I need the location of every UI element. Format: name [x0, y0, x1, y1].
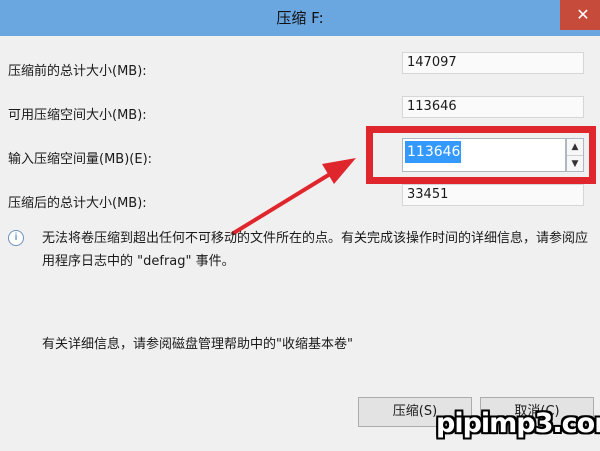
help-link[interactable]: 有关详细信息，请参阅磁盘管理帮助中的"收缩基本卷" [42, 333, 353, 352]
arrow-shaft [230, 169, 337, 236]
info-message: 无法将卷压缩到超出任何不可移动的文件所在的点。有关完成该操作时间的详细信息，请参… [42, 231, 589, 269]
arrow-head [322, 158, 356, 184]
watermark: pipimp3.com [436, 408, 600, 439]
info-icon: i [8, 230, 24, 246]
annotation-arrow [230, 158, 356, 236]
